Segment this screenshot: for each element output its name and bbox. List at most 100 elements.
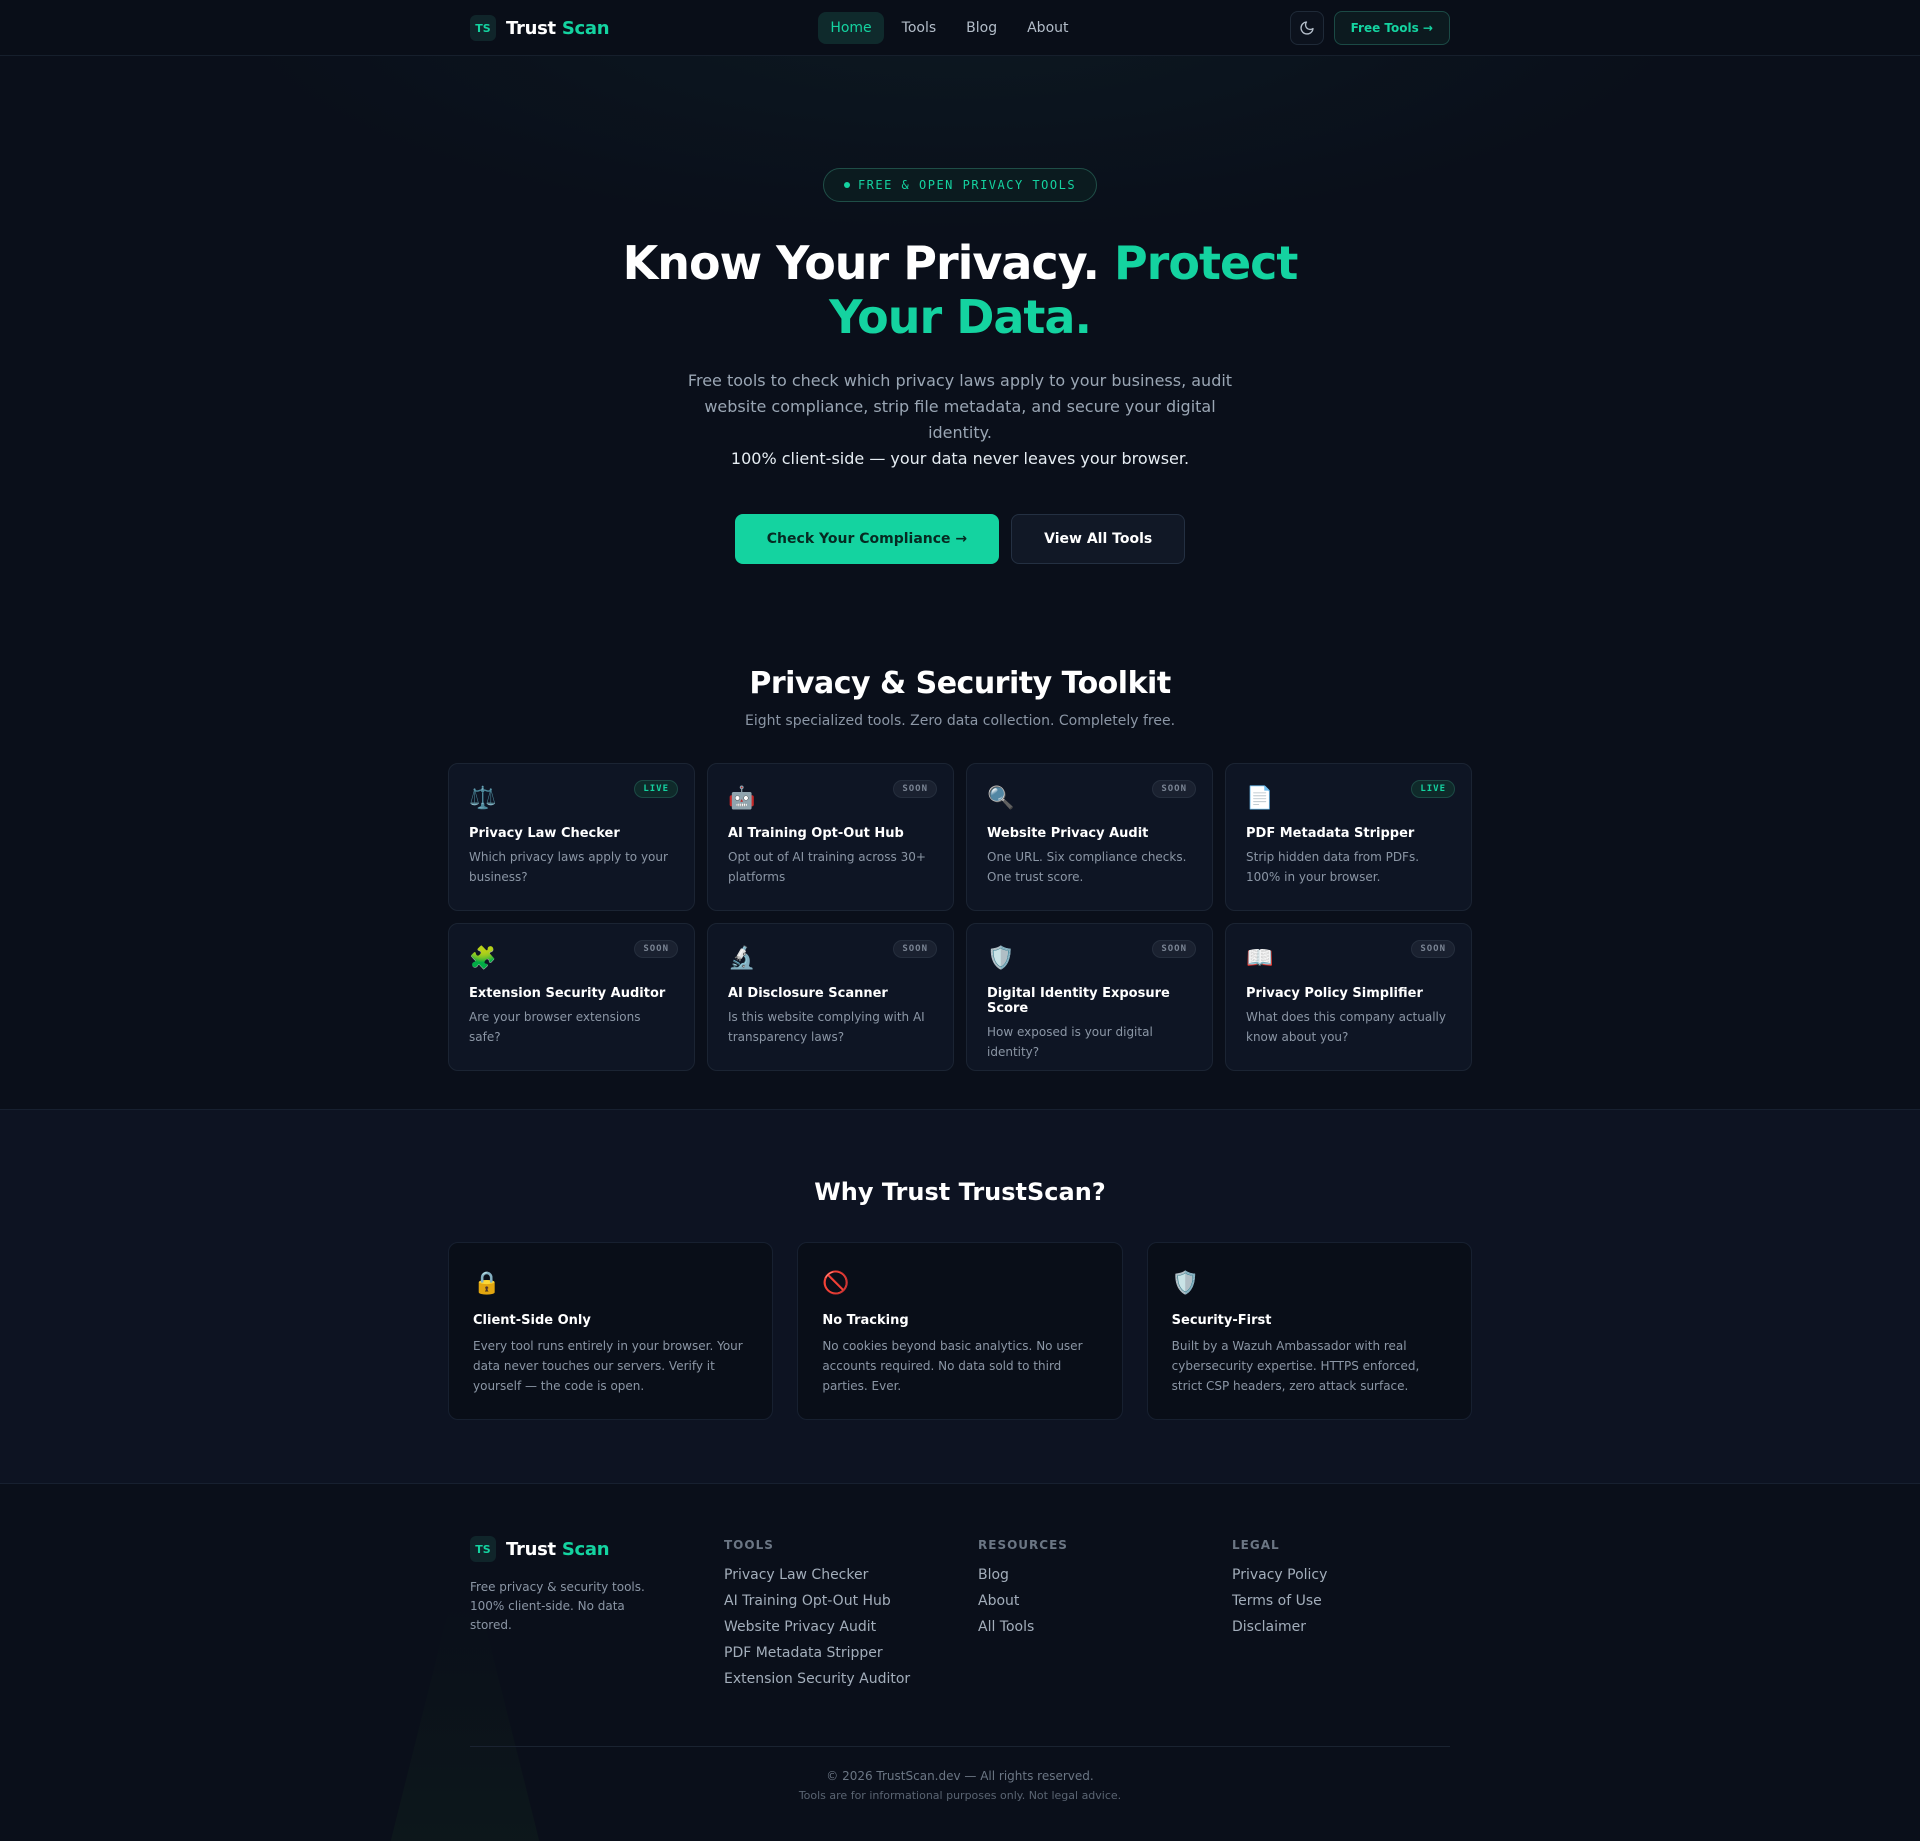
footer-heading: RESOURCES	[978, 1538, 1068, 1552]
status-badge: LIVE	[1411, 780, 1455, 798]
why-card-title: No Tracking	[822, 1313, 909, 1328]
logo-word-scan: Scan	[561, 1538, 610, 1560]
tool-desc: Strip hidden data from PDFs. 100% in you…	[1246, 850, 1420, 884]
tool-desc: Are your browser extensions safe?	[469, 1010, 641, 1044]
why-section: Why Trust TrustScan? 🔒 Client-Side Only …	[0, 1109, 1920, 1483]
footer-link[interactable]: Website Privacy Audit	[724, 1614, 978, 1640]
footer: TS Trust Scan Free privacy & security too…	[0, 1483, 1920, 1841]
nav-actions: Free Tools →	[1289, 11, 1450, 45]
moon-icon	[1300, 21, 1314, 35]
tool-title: Privacy Law Checker	[469, 826, 620, 841]
top-nav: TS Trust Scan Home Tools Blog About Free …	[0, 0, 1920, 56]
toolkit-title: Privacy & Security Toolkit	[749, 666, 1171, 701]
status-badge: SOON	[1152, 940, 1196, 958]
tool-title: Privacy Policy Simplifier	[1246, 986, 1423, 1001]
why-card-title: Client-Side Only	[473, 1313, 591, 1328]
footer-col-tools: TOOLS Privacy Law Checker AI Training Op…	[724, 1536, 978, 1692]
why-card-desc: Built by a Wazuh Ambassador with real cy…	[1171, 1339, 1420, 1393]
tool-title: Website Privacy Audit	[987, 826, 1149, 841]
footer-link[interactable]: About	[978, 1588, 1232, 1614]
hero-pill: FREE & OPEN PRIVACY TOOLS	[822, 168, 1098, 202]
footer-col-legal: LEGAL Privacy Policy Terms of Use Discla…	[1232, 1536, 1450, 1692]
tool-desc: Opt out of AI training across 30+ platfo…	[728, 850, 926, 884]
toolkit-section: Privacy & Security Toolkit Eight special…	[0, 666, 1920, 1071]
footer-link[interactable]: All Tools	[978, 1614, 1232, 1640]
nav-link-home[interactable]: Home	[818, 12, 884, 44]
logo-badge: TS	[470, 15, 496, 41]
hero-title-white: Know Your Privacy.	[622, 236, 1100, 290]
logo-text: Trust Scan	[506, 1538, 610, 1560]
nav-link-blog[interactable]: Blog	[954, 12, 1009, 44]
logo[interactable]: TS Trust Scan	[470, 15, 610, 41]
tool-desc: One URL. Six compliance checks. One trus…	[987, 850, 1187, 884]
why-card-title: Security-First	[1171, 1313, 1272, 1328]
logo-text: Trust Scan	[506, 17, 610, 39]
footer-columns: TS Trust Scan Free privacy & security too…	[470, 1484, 1450, 1692]
no-entry-icon: 🚫	[822, 1271, 850, 1296]
free-tools-button[interactable]: Free Tools →	[1333, 11, 1450, 45]
view-all-tools-button[interactable]: View All Tools	[1011, 514, 1186, 564]
footer-link[interactable]: Blog	[978, 1562, 1232, 1588]
shield-icon: 🛡️	[1171, 1271, 1200, 1296]
tool-card-pdf-metadata-stripper[interactable]: 📄 LIVE PDF Metadata Stripper Strip hidde…	[1225, 763, 1472, 911]
status-badge: SOON	[1152, 780, 1196, 798]
footer-logo[interactable]: TS Trust Scan	[470, 1536, 724, 1562]
footer-link[interactable]: Privacy Law Checker	[724, 1562, 978, 1588]
why-title: Why Trust TrustScan?	[814, 1178, 1106, 1206]
hero-pill-text: FREE & OPEN PRIVACY TOOLS	[857, 178, 1077, 192]
footer-link[interactable]: AI Training Opt-Out Hub	[724, 1588, 978, 1614]
nav-link-tools[interactable]: Tools	[890, 12, 949, 44]
tool-card-extension-security-auditor[interactable]: 🧩 SOON Extension Security Auditor Are yo…	[448, 923, 695, 1071]
logo-word-scan: Scan	[561, 17, 610, 39]
why-card-no-tracking: 🚫 No Tracking No cookies beyond basic an…	[797, 1242, 1123, 1420]
status-badge: SOON	[893, 940, 937, 958]
tool-card-digital-identity-exposure-score[interactable]: 🛡️ SOON Digital Identity Exposure Score …	[966, 923, 1213, 1071]
hero-section: FREE & OPEN PRIVACY TOOLS Know Your Priv…	[0, 56, 1920, 666]
hero-subtitle-text: Free tools to check which privacy laws a…	[687, 371, 1233, 442]
footer-bottom: © 2026 TrustScan.dev — All rights reserv…	[470, 1746, 1450, 1802]
tool-card-privacy-policy-simplifier[interactable]: 📖 SOON Privacy Policy Simplifier What do…	[1225, 923, 1472, 1071]
why-card-desc: No cookies beyond basic analytics. No us…	[822, 1339, 1083, 1393]
tool-desc: What does this company actually know abo…	[1246, 1010, 1446, 1044]
footer-link[interactable]: PDF Metadata Stripper	[724, 1640, 978, 1666]
hero-glow	[210, 56, 1710, 236]
footer-link[interactable]: Disclaimer	[1232, 1614, 1450, 1640]
hero-title: Know Your Privacy. Protect Your Data.	[580, 236, 1340, 344]
footer-link[interactable]: Privacy Policy	[1232, 1562, 1450, 1588]
footer-heading: TOOLS	[724, 1538, 774, 1552]
footer-brand: TS Trust Scan Free privacy & security too…	[470, 1536, 724, 1692]
footer-disclaimer: Tools are for informational purposes onl…	[798, 1789, 1122, 1802]
theme-toggle-button[interactable]	[1289, 11, 1324, 45]
why-grid: 🔒 Client-Side Only Every tool runs entir…	[448, 1242, 1472, 1420]
logo-word-trust: Trust	[506, 1538, 556, 1560]
tool-card-website-privacy-audit[interactable]: 🔍 SOON Website Privacy Audit One URL. Si…	[966, 763, 1213, 911]
logo-word-trust: Trust	[506, 17, 556, 39]
footer-tagline: Free privacy & security tools. 100% clie…	[470, 1580, 645, 1632]
footer-link[interactable]: Extension Security Auditor	[724, 1666, 978, 1692]
footer-link[interactable]: Terms of Use	[1232, 1588, 1450, 1614]
nav-link-about[interactable]: About	[1015, 12, 1080, 44]
logo-badge: TS	[470, 1536, 496, 1562]
tool-card-ai-training-opt-out-hub[interactable]: 🤖 SOON AI Training Opt-Out Hub Opt out o…	[707, 763, 954, 911]
tool-card-privacy-law-checker[interactable]: ⚖️ LIVE Privacy Law Checker Which privac…	[448, 763, 695, 911]
tool-card-ai-disclosure-scanner[interactable]: 🔬 SOON AI Disclosure Scanner Is this web…	[707, 923, 954, 1071]
status-badge: SOON	[634, 940, 678, 958]
status-badge: SOON	[1411, 940, 1455, 958]
hero-cta-row: Check Your Compliance → View All Tools	[0, 514, 1920, 564]
why-card-desc: Every tool runs entirely in your browser…	[473, 1339, 743, 1393]
tool-title: PDF Metadata Stripper	[1246, 826, 1415, 841]
status-badge: LIVE	[634, 780, 678, 798]
hero-subtitle-strong: 100% client-side — your data never leave…	[730, 449, 1190, 468]
hero-subtitle: Free tools to check which privacy laws a…	[680, 368, 1240, 472]
footer-col-resources: RESOURCES Blog About All Tools	[978, 1536, 1232, 1692]
pill-dot-icon	[843, 182, 850, 188]
why-card-client-side: 🔒 Client-Side Only Every tool runs entir…	[448, 1242, 774, 1420]
tool-title: AI Disclosure Scanner	[728, 986, 888, 1001]
lock-icon: 🔒	[473, 1271, 501, 1296]
check-compliance-button[interactable]: Check Your Compliance →	[734, 514, 1000, 564]
tool-desc: Which privacy laws apply to your busines…	[469, 850, 668, 884]
nav-links: Home Tools Blog About	[818, 12, 1080, 44]
why-card-security-first: 🛡️ Security-First Built by a Wazuh Ambas…	[1146, 1242, 1472, 1420]
tool-desc: Is this website complying with AI transp…	[728, 1010, 925, 1044]
tool-title: Extension Security Auditor	[469, 986, 666, 1001]
